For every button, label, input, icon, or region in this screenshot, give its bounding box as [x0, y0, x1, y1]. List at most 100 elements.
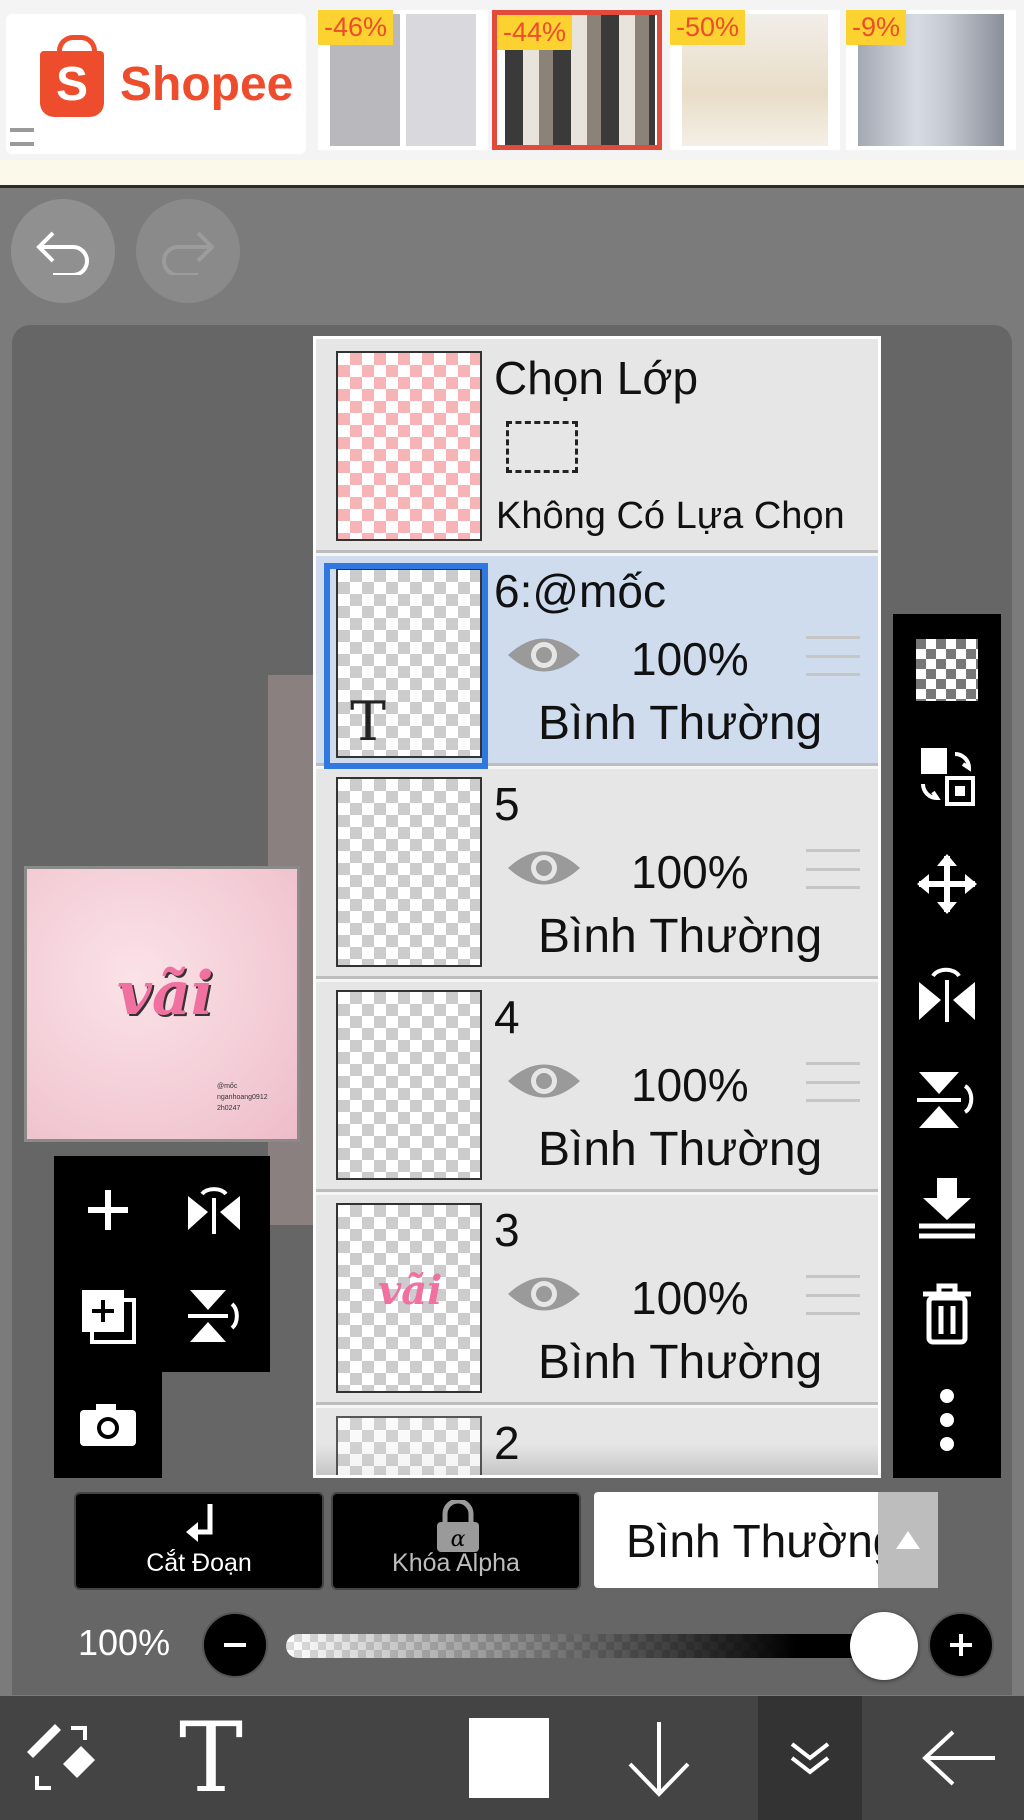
move-icon	[917, 854, 977, 914]
visibility-eye-icon[interactable]	[506, 1271, 582, 1317]
alpha-lock-label: Khóa Alpha	[392, 1549, 520, 1577]
layer-blend-mode: Bình Thường	[538, 1123, 823, 1176]
arrow-left-icon	[922, 1730, 995, 1786]
swap-layer-button[interactable]	[907, 736, 987, 816]
triangle-up-icon	[896, 1531, 920, 1549]
preview-small-text: @mốc nganhoang0912 2h0247	[217, 1081, 268, 1114]
drag-handle-icon[interactable]	[806, 636, 860, 676]
flip-vertical-icon	[188, 1290, 239, 1342]
opacity-decrease-button[interactable]	[202, 1612, 268, 1678]
selection-title: Chọn Lớp	[494, 352, 699, 404]
camera-icon	[80, 1404, 136, 1446]
ad-product-4[interactable]: -9%	[846, 10, 1016, 150]
discount-badge: -46%	[318, 10, 394, 45]
transparency-button[interactable]	[907, 630, 987, 710]
bottom-toolbar: T	[0, 1696, 1024, 1820]
plus-icon	[950, 1634, 972, 1656]
visibility-eye-icon[interactable]	[506, 1058, 582, 1104]
more-vertical-icon	[940, 1389, 954, 1451]
undo-button[interactable]	[11, 199, 115, 303]
opacity-slider-thumb[interactable]	[850, 1612, 918, 1680]
layer-name: 3	[494, 1204, 520, 1256]
selection-thumbnail	[336, 351, 482, 541]
ad-content[interactable]: S Shopee -46% -44% -50% -9%	[0, 0, 1024, 160]
drag-handle-icon[interactable]	[806, 1275, 860, 1315]
ad-product-1[interactable]: -46%	[318, 10, 488, 150]
flip-horizontal-button[interactable]	[174, 1170, 254, 1250]
layer-opacity: 100%	[631, 633, 749, 685]
flip-horizontal-tool-button[interactable]	[907, 952, 987, 1032]
layers-panel[interactable]: Chọn Lớp Không Có Lựa Chọn T 6:@mốc 100%…	[313, 336, 881, 1478]
ad-banner[interactable]: S Shopee -46% -44% -50% -9%	[0, 0, 1024, 188]
duplicate-layer-icon	[82, 1290, 136, 1344]
layer-tools-panel	[54, 1156, 270, 1478]
layer-opacity: 100%	[631, 1059, 749, 1111]
flip-vertical-tool-button[interactable]	[907, 1060, 987, 1140]
add-layer-copy-button[interactable]	[68, 1276, 148, 1356]
ad-product-2[interactable]: -44%	[492, 10, 662, 150]
layer-thumb-text: vãi	[378, 1267, 443, 1314]
clipping-icon	[186, 1504, 213, 1542]
brush-eraser-toggle-button[interactable]	[6, 1696, 116, 1820]
brush-eraser-icon	[27, 1724, 95, 1790]
flip-vertical-icon	[917, 1072, 974, 1128]
clipping-label: Cắt Đoạn	[146, 1549, 252, 1577]
arrow-down-icon	[628, 1722, 690, 1797]
layer-row[interactable]: 2	[316, 1408, 878, 1475]
opacity-increase-button[interactable]	[928, 1612, 994, 1678]
double-chevron-down-icon	[790, 1742, 830, 1775]
plus-icon	[88, 1190, 128, 1230]
move-button[interactable]	[907, 844, 987, 924]
layer-blend-mode: Bình Thường	[538, 910, 823, 963]
layer-name: 5	[494, 778, 520, 830]
back-button[interactable]	[904, 1696, 1014, 1820]
more-options-button[interactable]	[907, 1380, 987, 1460]
canvas-preview[interactable]: vãi @mốc nganhoang0912 2h0247	[24, 866, 300, 1142]
layer-row[interactable]: 5 100% Bình Thường	[316, 769, 878, 979]
opacity-slider-row: 100%	[0, 1600, 1024, 1686]
alpha-lock-button[interactable]: α Khóa Alpha	[331, 1492, 581, 1590]
brand-letter: S	[55, 57, 88, 111]
drag-handle-icon[interactable]	[806, 849, 860, 889]
layers-toggle-button[interactable]	[758, 1696, 862, 1820]
clipping-button[interactable]: Cắt Đoạn	[74, 1492, 324, 1590]
layer-selection-row[interactable]: Chọn Lớp Không Có Lựa Chọn	[316, 339, 878, 553]
layer-row[interactable]: vãi 3 100% Bình Thường	[316, 1195, 878, 1405]
preview-line: @mốc	[217, 1083, 238, 1090]
alpha-lock-icon: α	[437, 1500, 479, 1552]
discount-badge: -44%	[497, 15, 573, 50]
minus-icon	[224, 1643, 246, 1647]
visibility-eye-icon[interactable]	[506, 845, 582, 891]
drag-handle-icon[interactable]	[806, 1062, 860, 1102]
move-layer-down-button[interactable]	[604, 1696, 714, 1820]
blend-mode-dropdown-button[interactable]	[878, 1492, 938, 1588]
blend-mode-select[interactable]: Bình Thường	[594, 1492, 938, 1588]
flip-horizontal-icon	[919, 967, 975, 1022]
brand-name: Shopee	[120, 57, 294, 111]
redo-button[interactable]	[136, 199, 240, 303]
ad-menu-icon[interactable]	[10, 128, 34, 146]
opacity-value: 100%	[78, 1622, 171, 1663]
layer-blend-mode: Bình Thường	[538, 697, 823, 750]
shopee-bag-icon: S	[40, 35, 104, 117]
flip-vertical-button[interactable]	[174, 1276, 254, 1356]
marquee-icon	[506, 421, 578, 473]
ad-product-3[interactable]: -50%	[670, 10, 840, 150]
color-picker-button[interactable]	[454, 1696, 564, 1820]
undo-icon	[36, 231, 89, 275]
opacity-slider-track[interactable]	[286, 1634, 886, 1658]
layer-row[interactable]: 4 100% Bình Thường	[316, 982, 878, 1192]
delete-layer-button[interactable]	[907, 1274, 987, 1354]
shopee-logo[interactable]: S Shopee	[6, 14, 306, 154]
right-toolbar	[893, 614, 1001, 1478]
text-tool-button[interactable]: T	[156, 1696, 266, 1820]
camera-button[interactable]	[68, 1384, 148, 1464]
visibility-eye-icon[interactable]	[506, 632, 582, 678]
add-layer-button[interactable]	[68, 1170, 148, 1250]
layer-name: 4	[494, 991, 520, 1043]
merge-down-button[interactable]	[907, 1168, 987, 1248]
layer-thumbnail: vãi	[336, 1203, 482, 1393]
preview-line: 2h0247	[217, 1105, 241, 1112]
checker-icon	[916, 639, 978, 701]
preview-main-text: vãi	[117, 959, 214, 1029]
